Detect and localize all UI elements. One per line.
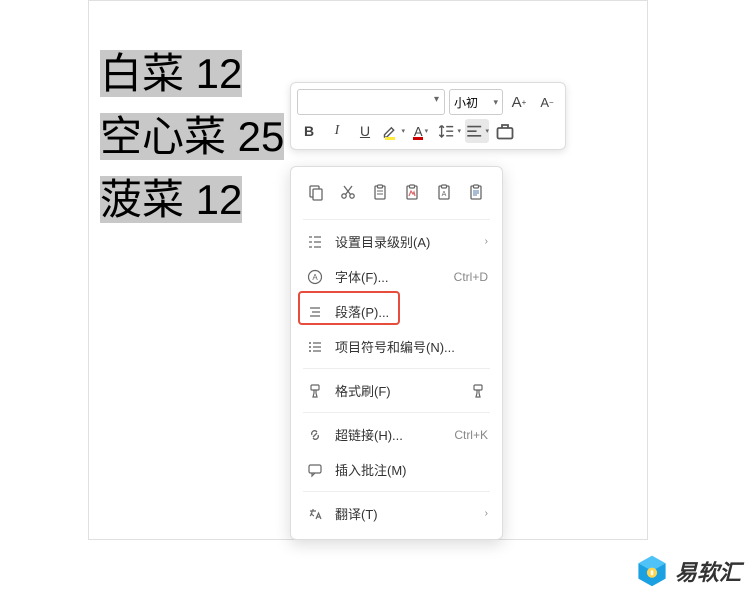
context-menu: A 设置目录级别(A) › A 字体(F)... Ctrl+D 段落(P)...… bbox=[290, 166, 503, 540]
watermark-logo-icon bbox=[635, 554, 669, 588]
menu-outline-level[interactable]: 设置目录级别(A) › bbox=[291, 224, 502, 259]
font-color-button[interactable]: A bbox=[409, 119, 433, 143]
watermark-text: 易软汇 bbox=[675, 555, 741, 587]
text-line[interactable]: 白菜 12 bbox=[100, 50, 242, 97]
bold-button[interactable]: B bbox=[297, 119, 321, 143]
paste-special-icon[interactable] bbox=[399, 179, 425, 205]
underline-button[interactable]: U bbox=[353, 119, 377, 143]
menu-bullets-numbering[interactable]: 项目符号和编号(N)... bbox=[291, 329, 502, 364]
brush-icon bbox=[468, 382, 488, 400]
paragraph-icon bbox=[305, 303, 325, 321]
paste-icon[interactable] bbox=[367, 179, 393, 205]
font-size-combo[interactable]: 小初▾ bbox=[449, 89, 503, 115]
translate-icon bbox=[305, 505, 325, 523]
text-line[interactable]: 菠菜 12 bbox=[100, 176, 242, 223]
watermark: 易软汇 bbox=[635, 554, 741, 588]
italic-button[interactable]: I bbox=[325, 119, 349, 143]
selected-text-block: 白菜 12 空心菜 25 菠菜 12 bbox=[100, 42, 284, 231]
menu-hyperlink[interactable]: 超链接(H)... Ctrl+K bbox=[291, 417, 502, 452]
highlight-color-button[interactable] bbox=[381, 119, 405, 143]
format-painter-icon bbox=[305, 382, 325, 400]
link-icon bbox=[305, 426, 325, 444]
menu-format-painter[interactable]: 格式刷(F) bbox=[291, 373, 502, 408]
copy-icon[interactable] bbox=[303, 179, 329, 205]
comment-icon bbox=[305, 461, 325, 479]
line-spacing-button[interactable] bbox=[437, 119, 461, 143]
toolbox-button[interactable] bbox=[493, 119, 517, 143]
shrink-font-button[interactable]: A− bbox=[535, 90, 559, 114]
chevron-right-icon: › bbox=[485, 236, 488, 247]
chevron-right-icon: › bbox=[485, 508, 488, 519]
grow-font-button[interactable]: A+ bbox=[507, 90, 531, 114]
cut-icon[interactable] bbox=[335, 179, 361, 205]
svg-text:A: A bbox=[312, 273, 318, 282]
menu-translate[interactable]: 翻译(T) › bbox=[291, 496, 502, 531]
outline-icon bbox=[305, 233, 325, 251]
align-button[interactable] bbox=[465, 119, 489, 143]
paste-text-icon[interactable]: A bbox=[431, 179, 457, 205]
font-name-combo[interactable] bbox=[297, 89, 445, 115]
text-line[interactable]: 空心菜 25 bbox=[100, 113, 284, 160]
menu-insert-comment[interactable]: 插入批注(M) bbox=[291, 452, 502, 487]
menu-font[interactable]: A 字体(F)... Ctrl+D bbox=[291, 259, 502, 294]
font-icon: A bbox=[305, 268, 325, 286]
list-icon bbox=[305, 338, 325, 356]
paste-keep-icon[interactable] bbox=[463, 179, 489, 205]
svg-text:A: A bbox=[442, 191, 447, 198]
mini-toolbar: 小初▾ A+ A− B I U A bbox=[290, 82, 566, 150]
menu-paragraph[interactable]: 段落(P)... bbox=[291, 294, 502, 329]
